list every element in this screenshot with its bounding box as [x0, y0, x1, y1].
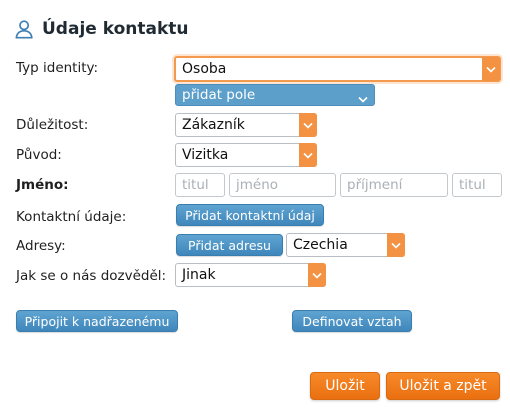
attach-parent-button[interactable]: Připojit k nadřazenému — [16, 310, 178, 332]
chevron-down-icon — [299, 143, 317, 167]
origin-select[interactable]: Vizitka — [175, 143, 317, 167]
add-field-label: přidat pole — [182, 87, 256, 103]
country-value: Czechia — [293, 237, 348, 253]
chevron-down-icon — [308, 263, 326, 287]
contact-info-label: Kontaktní údaje: — [16, 209, 127, 225]
importance-select[interactable]: Zákazník — [175, 113, 317, 137]
referral-value: Jinak — [182, 267, 216, 283]
save-and-back-button[interactable]: Uložit a zpět — [386, 372, 500, 400]
addresses-label: Adresy: — [16, 238, 66, 254]
identity-type-label: Typ identity: — [16, 60, 99, 76]
add-address-button[interactable]: Přidat adresu — [176, 234, 283, 256]
chevron-down-icon — [299, 113, 317, 137]
importance-value: Zákazník — [182, 117, 245, 133]
identity-type-value: Osoba — [182, 61, 227, 77]
identity-type-select[interactable]: Osoba — [174, 56, 501, 82]
page-title: Údaje kontaktu — [14, 18, 188, 40]
origin-value: Vizitka — [182, 147, 229, 163]
first-name-input[interactable]: jméno — [229, 173, 336, 197]
referral-select[interactable]: Jinak — [175, 263, 326, 287]
chevron-down-icon — [482, 57, 500, 81]
importance-label: Důležitost: — [16, 117, 89, 133]
referral-label: Jak se o nás dozvěděl: — [16, 268, 167, 284]
add-contact-info-button[interactable]: Přidat kontaktní údaj — [176, 204, 324, 226]
title-after-input[interactable]: titul — [452, 173, 502, 197]
user-icon — [15, 20, 33, 39]
title-before-input[interactable]: titul — [175, 173, 225, 197]
chevron-down-icon — [358, 91, 368, 107]
name-label: Jméno: — [16, 177, 69, 193]
country-select[interactable]: Czechia — [286, 233, 405, 257]
save-button[interactable]: Uložit — [310, 372, 380, 400]
page-title-text: Údaje kontaktu — [42, 19, 189, 39]
add-field-dropdown[interactable]: přidat pole — [175, 84, 375, 106]
define-relation-button[interactable]: Definovat vztah — [292, 310, 412, 332]
origin-label: Původ: — [16, 147, 62, 163]
chevron-down-icon — [387, 233, 405, 257]
surname-input[interactable]: příjmení — [340, 173, 448, 197]
